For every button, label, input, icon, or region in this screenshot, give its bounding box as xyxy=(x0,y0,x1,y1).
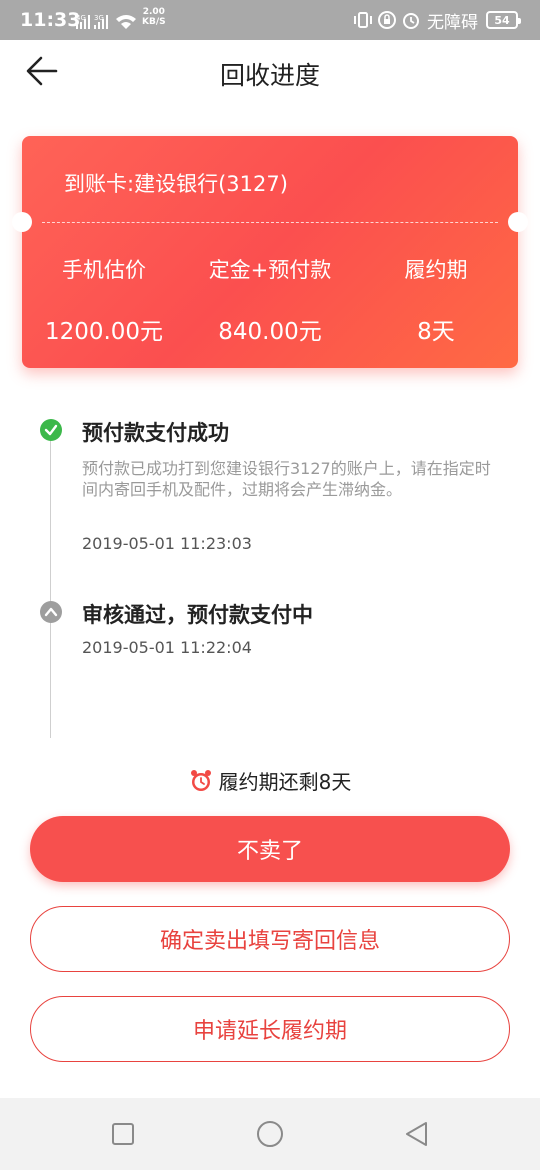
deposit-value: 840.00元 xyxy=(218,319,322,345)
cancel-sale-button[interactable]: 不卖了 xyxy=(30,816,510,882)
remaining-period: 履约期还剩8天 xyxy=(0,766,540,795)
chevron-up-icon xyxy=(40,601,62,623)
bank-card-label: 到账卡:建设银行(3127) xyxy=(64,172,288,196)
check-icon xyxy=(40,419,62,441)
period-label: 履约期 xyxy=(404,258,468,282)
alarm-clock-icon xyxy=(190,769,211,791)
header: 回收进度 xyxy=(0,40,540,104)
timeline-time-2: 2019-05-01 11:22:04 xyxy=(82,638,252,657)
payout-card: 到账卡:建设银行(3127) 手机估价 1200.00元 定金+预付款 840.… xyxy=(12,136,528,368)
card-notch-right xyxy=(508,212,528,232)
estimate-value: 1200.00元 xyxy=(44,319,164,345)
timeline-title-1: 预付款支付成功 xyxy=(82,421,229,445)
remaining-text: 履约期还剩8天 xyxy=(218,770,352,794)
status-time: 11:33 xyxy=(20,9,81,31)
battery-icon: 54 xyxy=(486,11,521,29)
card-notch-left xyxy=(12,212,32,232)
status-right: 无障碍 54 xyxy=(349,10,521,33)
timeline-title-2: 审核通过，预付款支付中 xyxy=(82,603,313,627)
card-divider xyxy=(42,222,498,223)
estimate-label: 手机估价 xyxy=(62,258,146,282)
extend-period-button[interactable]: 申请延长履约期 xyxy=(30,996,510,1062)
back-nav-icon[interactable] xyxy=(403,1120,431,1148)
timeline-line xyxy=(50,440,51,738)
accessibility-label: 无障碍 xyxy=(427,12,478,33)
network-speed: 2.00 KB/S xyxy=(142,7,166,27)
confirm-sale-button[interactable]: 确定卖出填写寄回信息 xyxy=(30,906,510,972)
timeline-time-1: 2019-05-01 11:23:03 xyxy=(82,534,252,553)
battery-level: 54 xyxy=(494,13,510,27)
deposit-label: 定金+预付款 xyxy=(208,258,332,282)
recents-icon[interactable] xyxy=(109,1120,137,1148)
alarm-icon xyxy=(403,13,419,29)
lock-rotation-icon xyxy=(378,11,396,29)
status-bar: 11:33 4G 3G 2.00 KB/S 无障碍 54 xyxy=(0,0,540,40)
timeline-desc-1: 预付款已成功打到您建设银行3127的账户上，请在指定时间内寄回手机及配件，过期将… xyxy=(82,459,491,499)
page-title: 回收进度 xyxy=(219,61,320,90)
home-icon[interactable] xyxy=(256,1120,284,1148)
vibrate-icon xyxy=(354,12,372,28)
period-value: 8天 xyxy=(417,319,455,345)
system-nav-bar xyxy=(0,1098,540,1170)
